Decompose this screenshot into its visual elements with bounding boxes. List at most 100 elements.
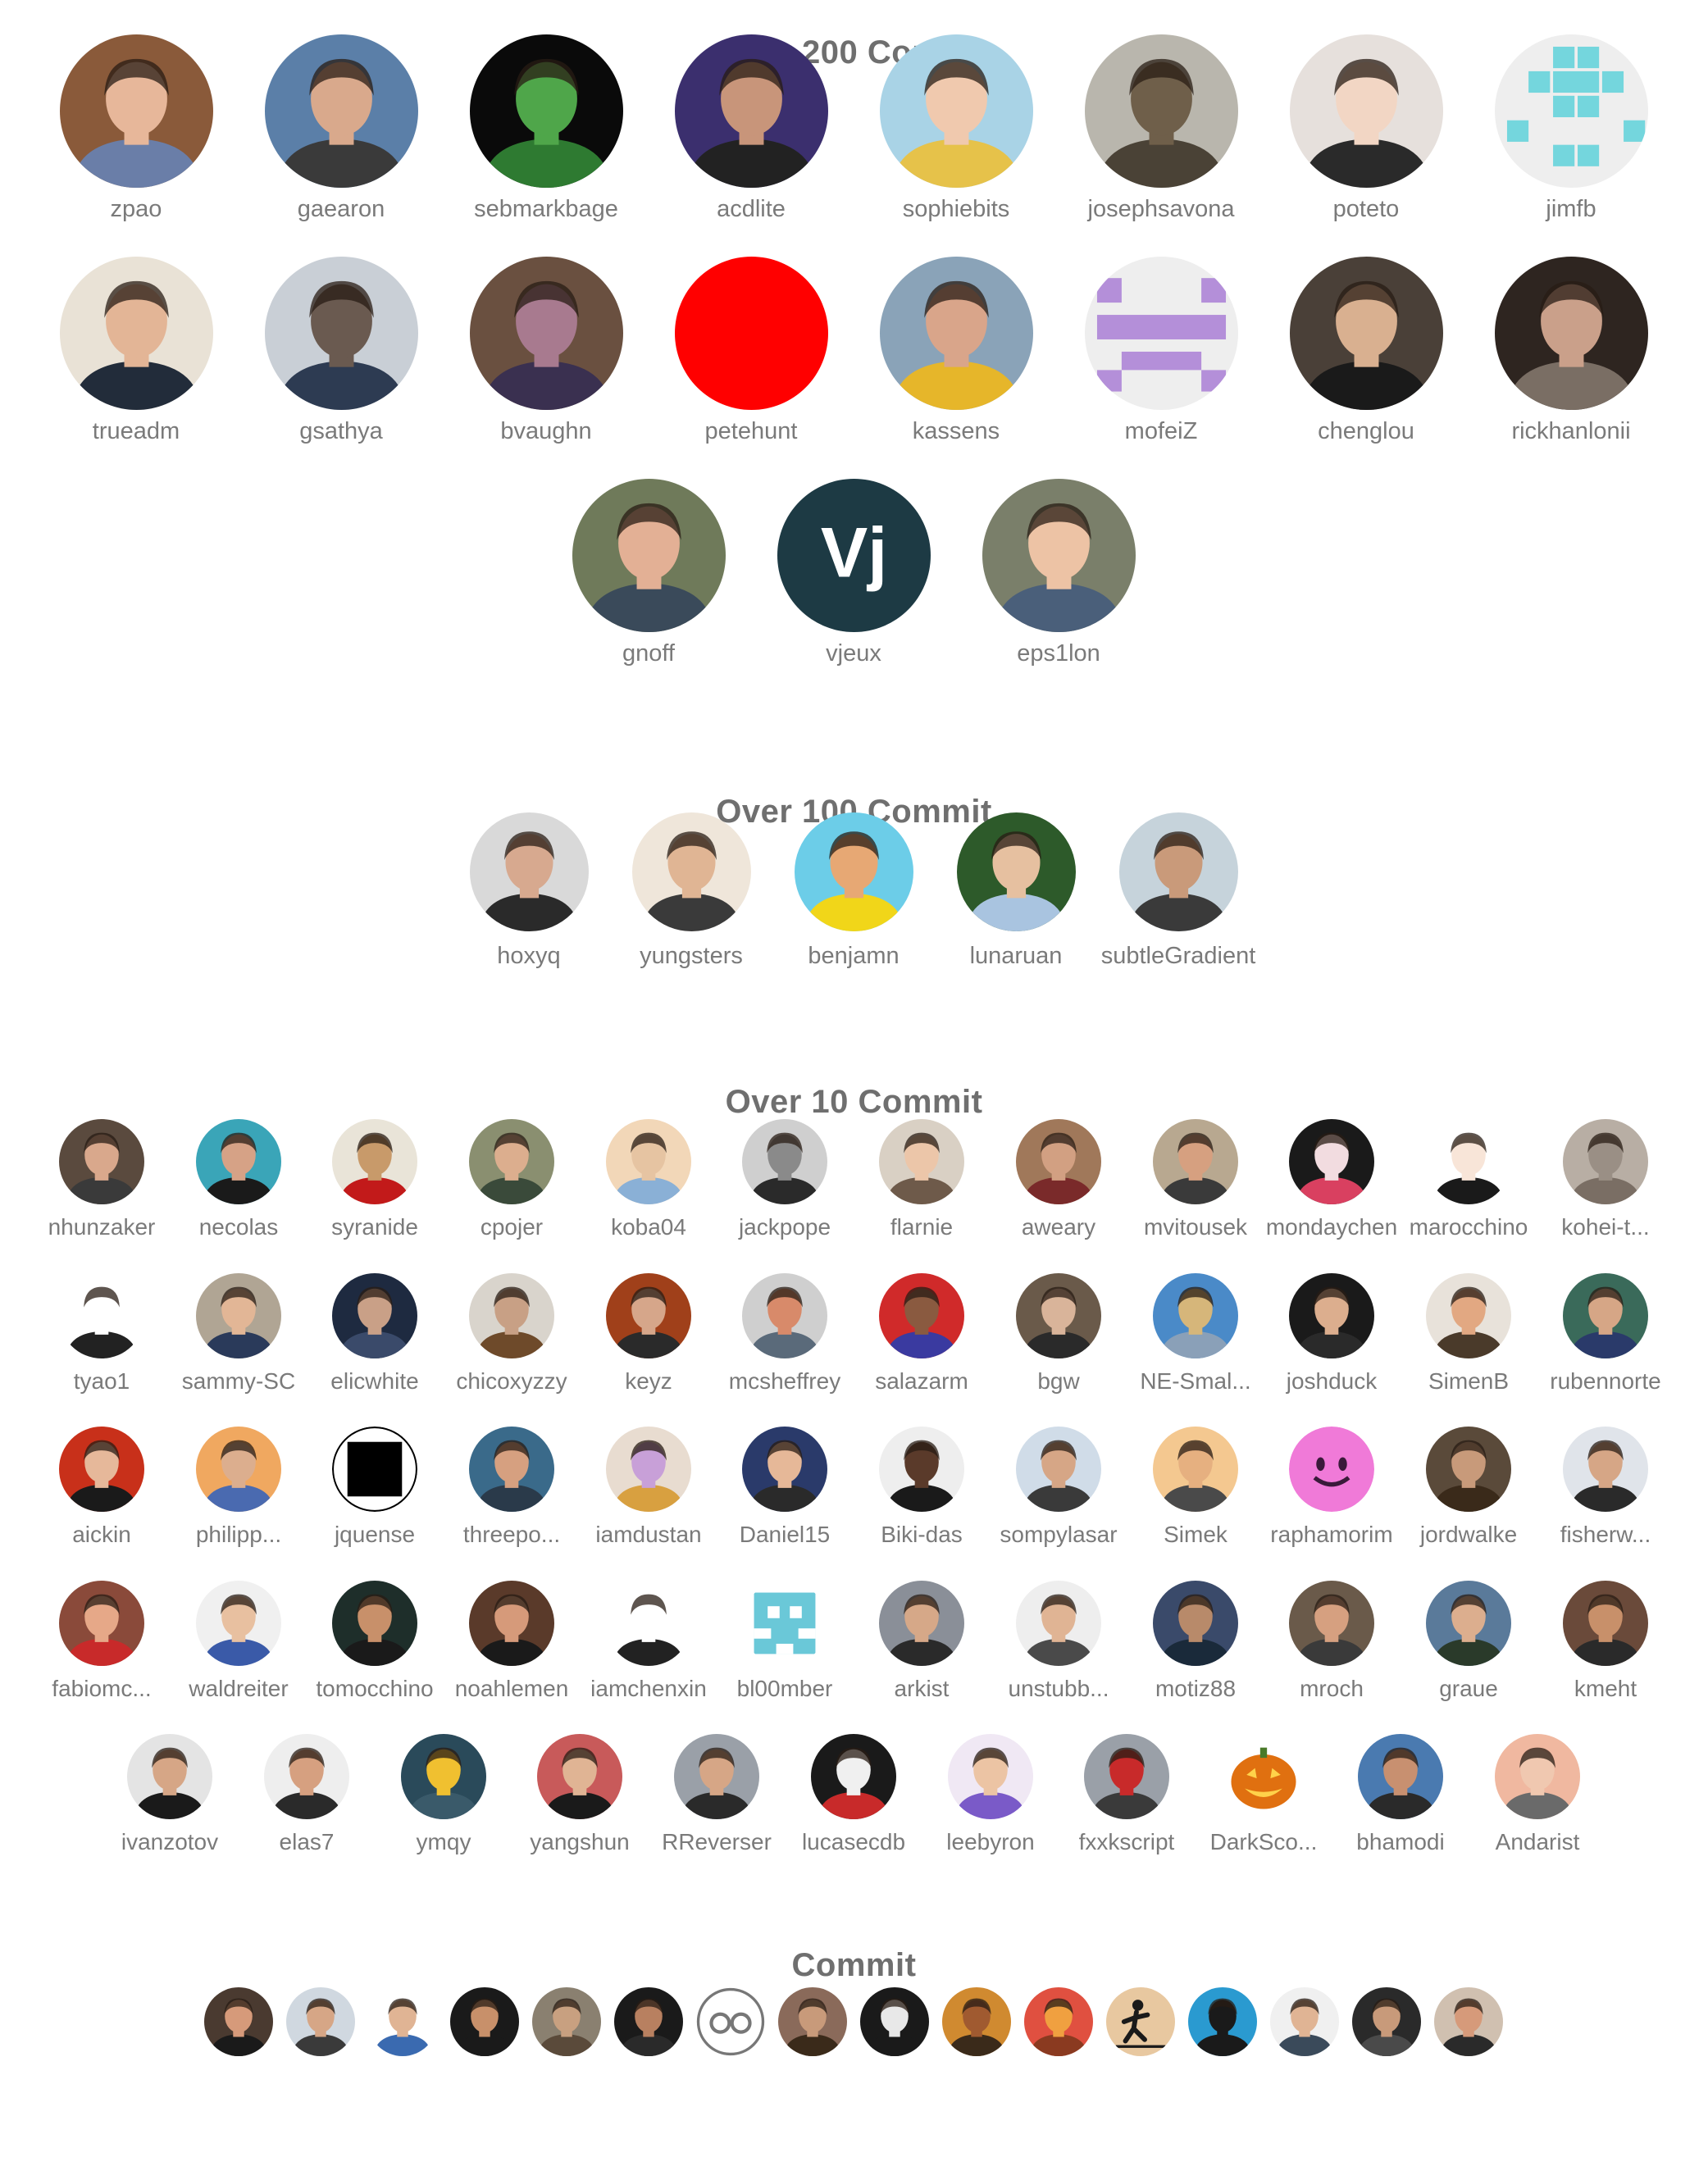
contributor-username[interactable]: philipp...	[169, 1522, 308, 1548]
contributor-avatar-link[interactable]	[696, 1987, 765, 2056]
avatar[interactable]	[982, 478, 1136, 632]
contributor-elas7[interactable]: elas7	[237, 1734, 376, 1855]
avatar[interactable]	[674, 34, 828, 188]
contributor-salazarm[interactable]: salazarm	[852, 1273, 991, 1395]
avatar[interactable]	[614, 1987, 683, 2056]
contributor-syranide[interactable]: syranide	[305, 1119, 444, 1240]
avatar[interactable]	[1289, 1273, 1374, 1358]
avatar[interactable]	[1016, 1427, 1101, 1512]
contributor-fisherw[interactable]: fisherw...	[1536, 1427, 1675, 1548]
contributor-username[interactable]: mofeiZ	[1063, 418, 1259, 445]
contributor-eps1lon[interactable]: eps1lon	[960, 478, 1157, 667]
avatar[interactable]	[332, 1273, 417, 1358]
avatar[interactable]	[1084, 256, 1238, 410]
avatar[interactable]	[742, 1119, 827, 1204]
contributor-username[interactable]: trueadm	[38, 418, 235, 445]
avatar[interactable]	[1434, 1987, 1503, 2056]
contributor-username[interactable]: benjamn	[772, 943, 936, 970]
contributor-username[interactable]: iamchenxin	[579, 1676, 718, 1702]
avatar[interactable]	[332, 1427, 417, 1512]
avatar[interactable]	[879, 256, 1033, 410]
avatar[interactable]	[469, 812, 589, 931]
avatar[interactable]	[59, 1581, 144, 1666]
contributor-avatar-link[interactable]	[1352, 1987, 1421, 2056]
contributor-username[interactable]: kohei-t...	[1536, 1214, 1675, 1240]
avatar[interactable]	[286, 1987, 355, 2056]
contributor-threepo[interactable]: threepo...	[442, 1427, 581, 1548]
contributor-avatar-link[interactable]	[614, 1987, 683, 2056]
avatar[interactable]: Vj	[777, 478, 931, 632]
contributor-username[interactable]: necolas	[169, 1214, 308, 1240]
contributor-username[interactable]: DarkSco...	[1194, 1829, 1333, 1855]
contributor-username[interactable]: sophiebits	[858, 196, 1054, 223]
contributor-trueadm[interactable]: trueadm	[38, 256, 235, 445]
avatar[interactable]	[1084, 1734, 1169, 1819]
contributor-bvaughn[interactable]: bvaughn	[448, 256, 644, 445]
contributor-mroch[interactable]: mroch	[1262, 1581, 1401, 1702]
avatar[interactable]	[794, 812, 913, 931]
contributor-jquense[interactable]: jquense	[305, 1427, 444, 1548]
contributor-username[interactable]: zpao	[38, 196, 235, 223]
contributor-yangshun[interactable]: yangshun	[510, 1734, 649, 1855]
contributor-username[interactable]: tomocchino	[305, 1676, 444, 1702]
contributor-lucasecdb[interactable]: lucasecdb	[784, 1734, 923, 1855]
contributor-iamchenxin[interactable]: iamchenxin	[579, 1581, 718, 1702]
contributor-username[interactable]: gaearon	[243, 196, 440, 223]
contributor-username[interactable]: bvaughn	[448, 418, 644, 445]
contributor-username[interactable]: joshduck	[1262, 1368, 1401, 1395]
avatar[interactable]	[469, 1427, 554, 1512]
avatar[interactable]	[469, 1273, 554, 1358]
avatar[interactable]	[532, 1987, 601, 2056]
avatar[interactable]	[1426, 1119, 1511, 1204]
avatar[interactable]	[1289, 256, 1443, 410]
avatar[interactable]	[1563, 1119, 1648, 1204]
contributor-petehunt[interactable]: petehunt	[653, 256, 849, 445]
avatar[interactable]	[59, 256, 213, 410]
avatar[interactable]	[450, 1987, 519, 2056]
avatar[interactable]	[674, 256, 828, 410]
contributor-username[interactable]: noahlemen	[442, 1676, 581, 1702]
avatar[interactable]	[264, 34, 418, 188]
contributor-graue[interactable]: graue	[1399, 1581, 1538, 1702]
contributor-mondaychen[interactable]: mondaychen	[1262, 1119, 1401, 1240]
contributor-bhamodi[interactable]: bhamodi	[1331, 1734, 1470, 1855]
contributor-username[interactable]: sebmarkbage	[448, 196, 644, 223]
contributor-yungsters[interactable]: yungsters	[609, 812, 773, 970]
contributor-bgw[interactable]: bgw	[989, 1273, 1128, 1395]
avatar[interactable]	[606, 1581, 691, 1666]
contributor-username[interactable]: bgw	[989, 1368, 1128, 1395]
avatar[interactable]	[572, 478, 726, 632]
contributor-sebmarkbage[interactable]: sebmarkbage	[448, 34, 644, 223]
contributor-joshduck[interactable]: joshduck	[1262, 1273, 1401, 1395]
avatar[interactable]	[264, 256, 418, 410]
contributor-username[interactable]: Daniel15	[715, 1522, 854, 1548]
avatar[interactable]	[196, 1119, 281, 1204]
avatar[interactable]	[1426, 1273, 1511, 1358]
avatar[interactable]	[1494, 256, 1648, 410]
contributor-username[interactable]: mondaychen	[1262, 1214, 1401, 1240]
avatar[interactable]	[1153, 1427, 1238, 1512]
avatar[interactable]	[1494, 34, 1648, 188]
contributor-ymqy[interactable]: ymqy	[374, 1734, 513, 1855]
contributor-username[interactable]: bl00mber	[715, 1676, 854, 1702]
avatar[interactable]	[469, 1581, 554, 1666]
contributor-username[interactable]: mvitousek	[1126, 1214, 1265, 1240]
contributor-tyao1[interactable]: tyao1	[32, 1273, 171, 1395]
contributor-rreverser[interactable]: RReverser	[647, 1734, 786, 1855]
contributor-username[interactable]: gnoff	[550, 640, 747, 667]
contributor-philipp[interactable]: philipp...	[169, 1427, 308, 1548]
contributor-andarist[interactable]: Andarist	[1468, 1734, 1607, 1855]
contributor-username[interactable]: flarnie	[852, 1214, 991, 1240]
avatar[interactable]	[879, 1119, 964, 1204]
contributor-username[interactable]: mcsheffrey	[715, 1368, 854, 1395]
contributor-acdlite[interactable]: acdlite	[653, 34, 849, 223]
contributor-username[interactable]: kassens	[858, 418, 1054, 445]
contributor-username[interactable]: waldreiter	[169, 1676, 308, 1702]
contributor-avatar-link[interactable]	[532, 1987, 601, 2056]
contributor-username[interactable]: hoxyq	[447, 943, 611, 970]
avatar[interactable]	[1016, 1273, 1101, 1358]
contributor-username[interactable]: jordwalke	[1399, 1522, 1538, 1548]
avatar[interactable]	[778, 1987, 847, 2056]
avatar[interactable]	[1426, 1427, 1511, 1512]
contributor-cpojer[interactable]: cpojer	[442, 1119, 581, 1240]
